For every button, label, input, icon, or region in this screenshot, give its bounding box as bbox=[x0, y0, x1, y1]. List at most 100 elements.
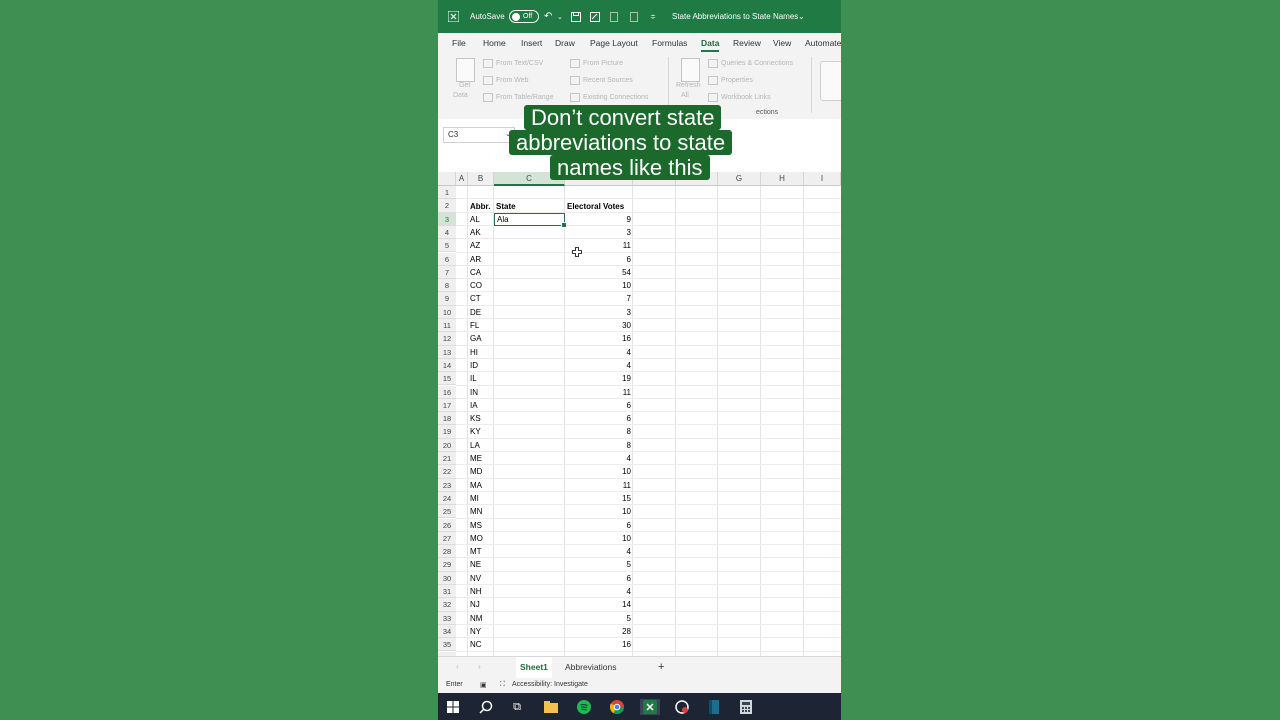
header-state[interactable]: State bbox=[496, 200, 516, 213]
cell-electoral-votes[interactable]: 6 bbox=[565, 253, 631, 266]
cell-abbr[interactable]: NJ bbox=[470, 598, 480, 611]
cell-electoral-votes[interactable]: 6 bbox=[565, 412, 631, 425]
row-header-10[interactable]: 10 bbox=[438, 305, 456, 319]
cell-electoral-votes[interactable]: 5 bbox=[565, 558, 631, 571]
sheet-tab-abbreviations[interactable]: Abbreviations bbox=[565, 657, 617, 678]
spotify-icon[interactable] bbox=[576, 699, 592, 715]
row-header-8[interactable]: 8 bbox=[438, 279, 456, 293]
row-header-32[interactable]: 32 bbox=[438, 598, 456, 612]
print-preview-icon[interactable] bbox=[630, 0, 638, 33]
cell-electoral-votes[interactable]: 10 bbox=[565, 465, 631, 478]
cell-abbr[interactable]: MO bbox=[470, 532, 483, 545]
row-header-16[interactable]: 16 bbox=[438, 385, 456, 399]
cell-electoral-votes[interactable]: 6 bbox=[565, 572, 631, 585]
accessibility-status[interactable]: Accessibility: Investigate bbox=[512, 681, 588, 688]
cell-abbr[interactable]: NE bbox=[470, 558, 481, 571]
cell-electoral-votes[interactable]: 10 bbox=[565, 505, 631, 518]
row-header-2[interactable]: 2 bbox=[438, 199, 456, 213]
row-header-31[interactable]: 31 bbox=[438, 585, 456, 599]
tab-draw[interactable]: Draw bbox=[555, 38, 575, 48]
cell-electoral-votes[interactable]: 8 bbox=[565, 439, 631, 452]
name-box[interactable]: C3 ⌄ bbox=[443, 127, 515, 143]
add-sheet-button[interactable]: + bbox=[658, 657, 664, 678]
cell-abbr[interactable]: AK bbox=[470, 226, 481, 239]
get-data-label-1[interactable]: Get bbox=[459, 82, 470, 89]
tab-file[interactable]: File bbox=[452, 38, 466, 48]
cell-abbr[interactable]: ID bbox=[470, 359, 478, 372]
document-title[interactable]: State Abbreviations to State Names bbox=[672, 0, 798, 33]
cell-abbr[interactable]: LA bbox=[470, 439, 480, 452]
row-header-21[interactable]: 21 bbox=[438, 452, 456, 466]
undo-dropdown-icon[interactable]: ⌄ bbox=[557, 0, 563, 33]
database-icon[interactable] bbox=[456, 58, 475, 82]
row-header-27[interactable]: 27 bbox=[438, 531, 456, 546]
accessibility-icon[interactable]: ⛶ bbox=[500, 681, 505, 689]
cell-abbr[interactable]: MN bbox=[470, 505, 482, 518]
calculator-icon[interactable] bbox=[738, 699, 754, 715]
row-header-4[interactable]: 4 bbox=[438, 225, 456, 240]
cell-electoral-votes[interactable]: 4 bbox=[565, 585, 631, 598]
row-header-9[interactable]: 9 bbox=[438, 292, 456, 306]
properties-button[interactable]: Properties bbox=[708, 76, 753, 85]
cell-abbr[interactable]: AZ bbox=[470, 239, 480, 252]
cell-abbr[interactable]: KY bbox=[470, 425, 481, 438]
cell-abbr[interactable]: CA bbox=[470, 266, 481, 279]
column-header-a[interactable]: A bbox=[456, 172, 468, 186]
existing-connections-button[interactable]: Existing Connections bbox=[570, 93, 648, 102]
cell-abbr[interactable]: CT bbox=[470, 292, 481, 305]
cell-abbr[interactable]: GA bbox=[470, 332, 482, 345]
header-abbr[interactable]: Abbr. bbox=[470, 200, 490, 213]
cell-electoral-votes[interactable]: 19 bbox=[565, 372, 631, 385]
prev-sheet-icon[interactable]: ‹ bbox=[456, 661, 459, 671]
row-header-13[interactable]: 13 bbox=[438, 345, 456, 359]
active-cell-c3[interactable]: Ala bbox=[494, 213, 567, 228]
workbook-links-button[interactable]: Workbook Links bbox=[708, 93, 771, 102]
cell-abbr[interactable]: MT bbox=[470, 545, 482, 558]
from-picture-button[interactable]: From Picture bbox=[570, 59, 623, 68]
row-header-6[interactable]: 6 bbox=[438, 252, 456, 266]
from-text-csv-button[interactable]: From Text/CSV bbox=[483, 59, 543, 68]
excel-taskbar-icon[interactable] bbox=[640, 699, 660, 715]
cell-abbr[interactable]: NC bbox=[470, 638, 482, 651]
row-header-12[interactable]: 12 bbox=[438, 332, 456, 346]
row-header-24[interactable]: 24 bbox=[438, 491, 456, 506]
cell-electoral-votes[interactable]: 4 bbox=[565, 346, 631, 359]
column-header-g[interactable]: G bbox=[718, 172, 761, 186]
cell-abbr[interactable]: MD bbox=[470, 465, 482, 478]
row-header-35[interactable]: 35 bbox=[438, 638, 456, 652]
tab-view[interactable]: View bbox=[773, 38, 791, 48]
cell-electoral-votes[interactable]: 6 bbox=[565, 519, 631, 532]
sheet-tab-sheet1[interactable]: Sheet1 bbox=[516, 657, 552, 680]
cell-electoral-votes[interactable]: 14 bbox=[565, 598, 631, 611]
cell-abbr[interactable]: FL bbox=[470, 319, 479, 332]
autosave-toggle[interactable]: Off bbox=[509, 10, 539, 23]
cell-electoral-votes[interactable]: 4 bbox=[565, 545, 631, 558]
cell-abbr[interactable]: AR bbox=[470, 253, 481, 266]
cell-electoral-votes[interactable]: 16 bbox=[565, 638, 631, 651]
tab-automate[interactable]: Automate bbox=[805, 38, 841, 48]
cell-electoral-votes[interactable]: 54 bbox=[565, 266, 631, 279]
cell-electoral-votes[interactable]: 8 bbox=[565, 425, 631, 438]
row-header-34[interactable]: 34 bbox=[438, 624, 456, 639]
customize-toolbar-icon[interactable]: ≑ bbox=[650, 0, 656, 33]
cell-abbr[interactable]: AL bbox=[470, 213, 480, 226]
cell-abbr[interactable]: IL bbox=[470, 372, 477, 385]
undo-icon[interactable]: ↶ bbox=[544, 0, 552, 33]
chevron-down-icon[interactable]: ⌄ bbox=[798, 0, 805, 33]
row-header-23[interactable]: 23 bbox=[438, 478, 456, 492]
cell-abbr[interactable]: IA bbox=[470, 399, 478, 412]
row-header-18[interactable]: 18 bbox=[438, 412, 456, 426]
cell-electoral-votes[interactable]: 30 bbox=[565, 319, 631, 332]
from-table-range-button[interactable]: From Table/Range bbox=[483, 93, 553, 102]
macro-recorder-icon[interactable]: ▣ bbox=[480, 681, 487, 689]
cell-electoral-votes[interactable]: 6 bbox=[565, 399, 631, 412]
row-header-20[interactable]: 20 bbox=[438, 438, 456, 452]
column-header-i[interactable]: I bbox=[804, 172, 841, 186]
app-icon[interactable] bbox=[706, 699, 722, 715]
row-header-33[interactable]: 33 bbox=[438, 611, 456, 625]
tab-data[interactable]: Data bbox=[701, 38, 720, 52]
cell-electoral-votes[interactable]: 11 bbox=[565, 386, 631, 399]
row-header-22[interactable]: 22 bbox=[438, 465, 456, 479]
cell-electoral-votes[interactable]: 5 bbox=[565, 612, 631, 625]
cell-abbr[interactable]: MA bbox=[470, 479, 482, 492]
